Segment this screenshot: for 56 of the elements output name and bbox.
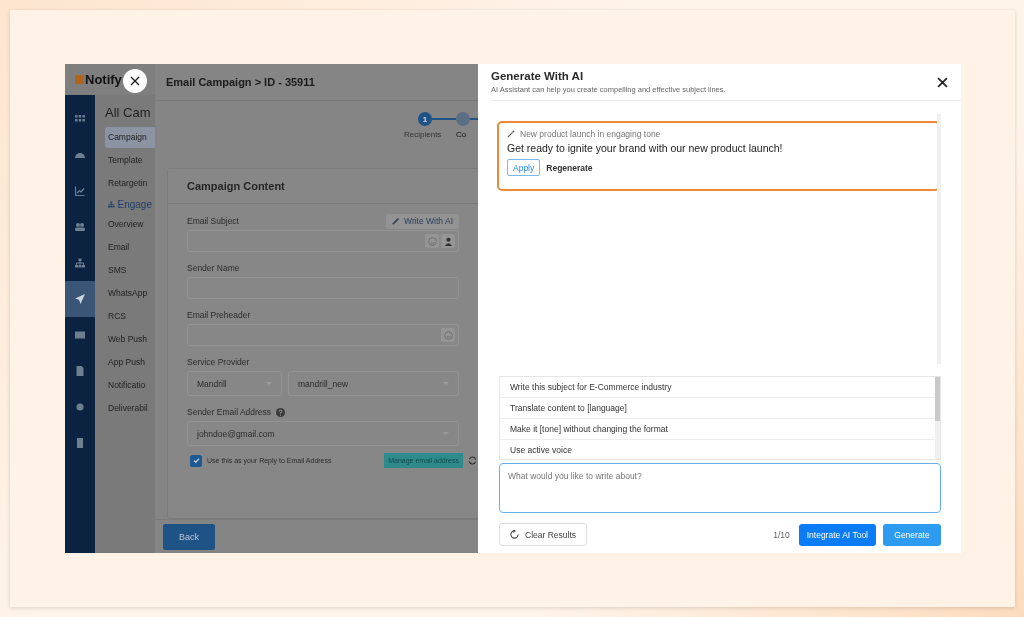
suggestion-item[interactable]: Translate content to [language] xyxy=(500,398,935,419)
logo-icon xyxy=(75,75,84,84)
close-icon[interactable] xyxy=(937,76,948,88)
menu-item[interactable]: Web Push xyxy=(105,329,155,350)
suggestion-item[interactable]: Use active voice xyxy=(500,440,935,460)
integrate-ai-tool-button[interactable]: Integrate AI Tool xyxy=(798,523,876,546)
field-label: Service Provider xyxy=(187,357,250,367)
suggestion-item[interactable]: Make it [tone] without changing the format xyxy=(500,419,935,440)
menu-item[interactable]: Deliverabil xyxy=(105,398,155,419)
help-icon xyxy=(276,407,286,417)
apply-button[interactable]: Apply xyxy=(507,159,541,176)
menu-item[interactable]: Overview xyxy=(105,214,155,235)
scrollbar-thumb[interactable] xyxy=(935,377,940,421)
refresh-icon[interactable] xyxy=(468,456,477,465)
result-prompt: New product launch in engaging tone xyxy=(520,129,661,139)
menu-item[interactable]: WhatsApp xyxy=(105,283,155,304)
clear-results-button[interactable]: Clear Results xyxy=(499,523,588,546)
step-label: Co xyxy=(456,130,467,139)
write-with-ai-button[interactable]: Write With AI xyxy=(386,213,459,229)
field-label: Sender Name xyxy=(187,263,240,273)
generate-button[interactable]: Generate xyxy=(883,523,941,546)
select-field[interactable]: johndoe@gmail.com xyxy=(187,421,459,446)
menu-section-title: Engage xyxy=(117,199,152,210)
usage-counter: 1/10 xyxy=(773,529,790,540)
select-field[interactable]: mandrill_new xyxy=(288,371,459,396)
menu-item[interactable]: Email xyxy=(105,237,155,258)
menu-item[interactable]: Campaign xyxy=(105,127,155,148)
regenerate-button[interactable]: Regenerate xyxy=(546,162,593,173)
suggestion-item[interactable]: Write this subject for E-Commerce industry xyxy=(500,377,935,398)
text-field[interactable] xyxy=(187,230,459,252)
menu-item[interactable]: App Push xyxy=(105,352,155,373)
back-button[interactable]: Back xyxy=(163,523,215,550)
menu-item[interactable]: Notificatio xyxy=(105,375,155,396)
menu-item[interactable]: Template xyxy=(105,150,155,171)
close-icon xyxy=(130,76,140,86)
field-label: Sender Email Address xyxy=(187,407,272,417)
text-field[interactable] xyxy=(187,324,459,346)
person-icon[interactable] xyxy=(441,234,455,248)
menu-title: All Cam xyxy=(105,105,152,120)
checkbox[interactable] xyxy=(190,454,202,467)
step-label: Recipients xyxy=(404,130,442,139)
field-label: Email Subject xyxy=(187,216,239,226)
logo-text: Notify xyxy=(85,72,122,87)
result-text: Get ready to ignite your brand with our new product launch! xyxy=(507,142,784,154)
step-marker: 1 xyxy=(418,112,432,126)
panel-title: Generate With AI xyxy=(491,70,585,82)
select-field[interactable]: Mandrill xyxy=(187,371,282,396)
menu-item[interactable]: Retargetin xyxy=(105,173,155,194)
menu-item[interactable]: RCS xyxy=(105,306,155,327)
pencil-icon xyxy=(392,217,401,225)
refresh-icon xyxy=(510,530,519,539)
sitemap-icon xyxy=(108,200,115,209)
menu-item[interactable]: SMS xyxy=(105,260,155,281)
send-icon[interactable] xyxy=(65,281,95,317)
field-label: Email Preheader xyxy=(187,310,251,320)
prompt-input[interactable]: What would you like to write about? xyxy=(499,463,941,513)
